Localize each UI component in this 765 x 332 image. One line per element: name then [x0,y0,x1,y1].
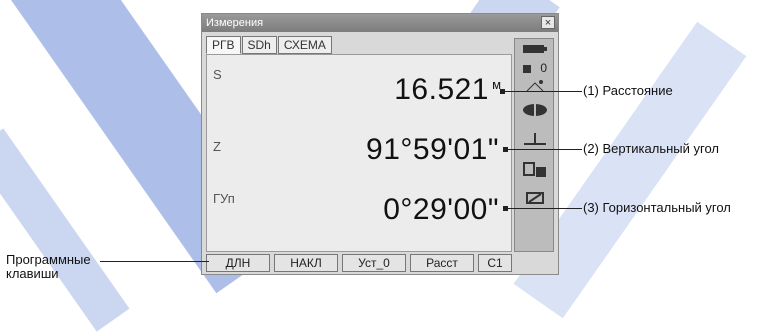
status-icon-bar: 0 [514,38,554,252]
vertical-angle-label: Z [213,139,221,154]
callout-horizontal-angle: (3) Горизонтальный угол [583,200,731,215]
callout-tick-horizontal [503,206,508,211]
vertical-angle-value: 91°59'01" [366,133,499,166]
softkey-dln[interactable]: ДЛН [206,254,270,272]
prism-constant-value: 0 [540,61,548,75]
window-title: Измерения [206,17,264,29]
horizontal-angle-value: 0°29'00" [383,193,499,226]
window-titlebar: Измерения × [202,14,558,32]
watermark-shape [0,128,130,332]
callout-vertical-angle: (2) Вертикальный угол [583,141,720,156]
callout-distance: (1) Расстояние [583,83,673,98]
softkeys-caption: Программные клавиши [6,252,91,281]
measurement-panel: S 16.521 м Z 91°59'01" ГУп 0°29'00" [206,54,512,252]
distance-label: S [213,67,222,82]
distance-value: 16.521 [394,73,489,106]
prism-constant-icon: 0 [519,61,551,75]
tab-sdh[interactable]: SDh [241,36,277,54]
callout-line-softkeys [100,261,209,262]
callout-line-distance [500,91,582,92]
memory-icon [519,161,551,182]
tab-bar: РГВ SDh СХЕМА [206,36,333,54]
softkey-c1[interactable]: C1 [478,254,512,272]
battery-icon [519,43,551,57]
horizontal-angle-label: ГУп [213,191,235,206]
softkey-ust0[interactable]: Уст_0 [342,254,406,272]
target-icon [519,79,551,96]
tilt-icon [519,131,551,150]
laser-icon [519,103,551,120]
tab-rgv[interactable]: РГВ [206,36,241,54]
instrument-screen: Измерения × РГВ SDh СХЕМА S 16.521 м Z 9… [201,13,559,275]
callout-line-vertical [503,149,582,150]
input-mode-icon [519,191,551,208]
close-button[interactable]: × [541,16,555,29]
callout-line-horizontal [503,208,582,209]
softkey-bar: ДЛН НАКЛ Уст_0 Расст C1 [206,254,512,272]
callout-tick-distance [500,89,505,94]
callout-tick-vertical [503,147,508,152]
tab-scheme[interactable]: СХЕМА [277,36,332,54]
softkey-rasst[interactable]: Расст [410,254,474,272]
softkey-nakl[interactable]: НАКЛ [274,254,338,272]
